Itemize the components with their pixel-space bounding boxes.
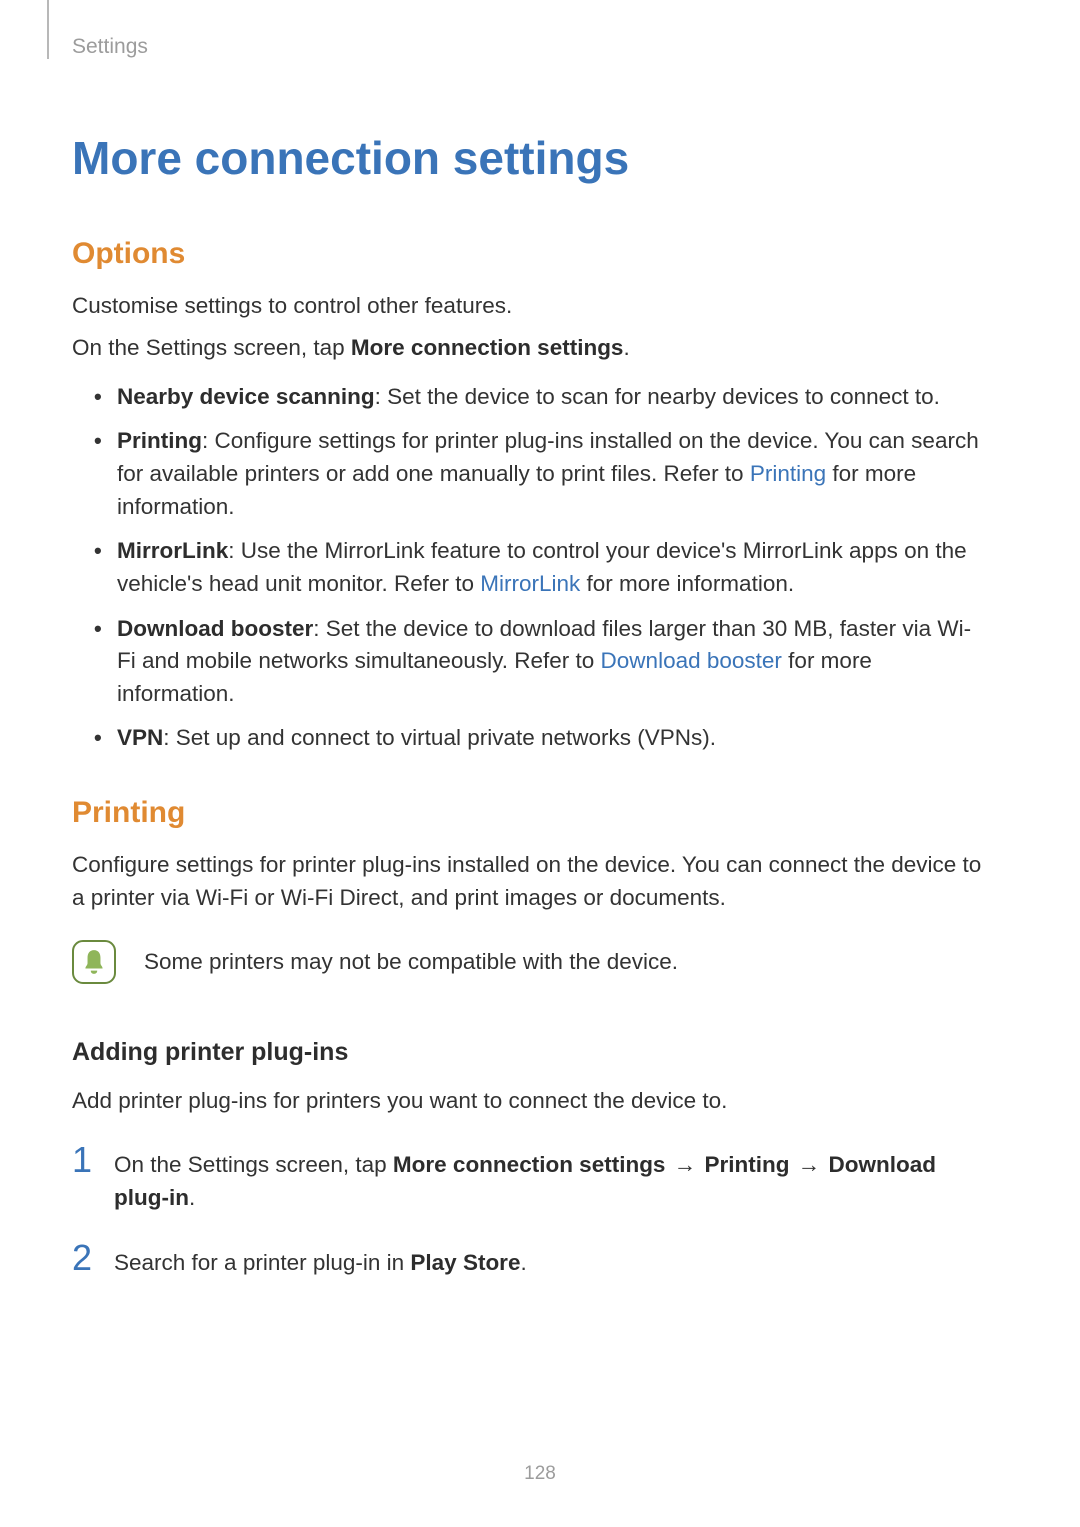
link-mirrorlink[interactable]: MirrorLink — [480, 571, 580, 596]
step-1-c: . — [189, 1185, 195, 1210]
item-text: : Set the device to scan for nearby devi… — [375, 384, 940, 409]
header-rule — [47, 0, 49, 59]
arrow-icon: → — [665, 1152, 704, 1177]
step-1-a: On the Settings screen, tap — [114, 1152, 393, 1177]
page-number: 128 — [0, 1463, 1080, 1485]
options-list: Nearby device scanning: Set the device t… — [72, 381, 982, 755]
item-label: VPN — [117, 725, 163, 750]
step-text: On the Settings screen, tap More connect… — [114, 1149, 982, 1214]
link-download-booster[interactable]: Download booster — [601, 648, 782, 673]
note: Some printers may not be compatible with… — [72, 940, 982, 984]
section-options-heading: Options — [72, 236, 982, 272]
item-label: MirrorLink — [117, 538, 228, 563]
steps: 1 On the Settings screen, tap More conne… — [72, 1142, 982, 1280]
list-item: VPN: Set up and connect to virtual priva… — [72, 722, 982, 755]
item-text: : Set up and connect to virtual private … — [163, 725, 716, 750]
item-label: Download booster — [117, 616, 313, 641]
item-text-b: for more information. — [580, 571, 794, 596]
step-2-c: . — [520, 1250, 526, 1275]
step-number: 2 — [72, 1240, 94, 1276]
options-intro-2: On the Settings screen, tap More connect… — [72, 332, 982, 365]
list-item: Download booster: Set the device to down… — [72, 613, 982, 711]
list-item: Printing: Configure settings for printer… — [72, 425, 982, 523]
step-number: 1 — [72, 1142, 94, 1178]
page: Settings More connection settings Option… — [0, 0, 1080, 1527]
arrow-icon: → — [789, 1152, 828, 1177]
step-1: 1 On the Settings screen, tap More conne… — [72, 1142, 982, 1214]
step-2-a: Search for a printer plug-in in — [114, 1250, 410, 1275]
item-label: Nearby device scanning — [117, 384, 375, 409]
sub-heading-adding-plugins: Adding printer plug-ins — [72, 1038, 982, 1067]
list-item: MirrorLink: Use the MirrorLink feature t… — [72, 535, 982, 600]
link-printing[interactable]: Printing — [750, 461, 826, 486]
step-1-b2: Printing — [704, 1152, 789, 1177]
sub-intro: Add printer plug-ins for printers you wa… — [72, 1085, 982, 1118]
step-1-b1: More connection settings — [393, 1152, 666, 1177]
step-2: 2 Search for a printer plug-in in Play S… — [72, 1240, 982, 1280]
options-intro-2a: On the Settings screen, tap — [72, 335, 351, 360]
step-text: Search for a printer plug-in in Play Sto… — [114, 1247, 527, 1280]
bell-icon — [72, 940, 116, 984]
options-intro-2c: . — [623, 335, 629, 360]
options-intro-1: Customise settings to control other feat… — [72, 290, 982, 323]
note-text: Some printers may not be compatible with… — [144, 946, 678, 979]
item-label: Printing — [117, 428, 202, 453]
breadcrumb: Settings — [72, 35, 982, 59]
section-printing-heading: Printing — [72, 795, 982, 831]
step-2-b1: Play Store — [410, 1250, 520, 1275]
options-intro-2b: More connection settings — [351, 335, 624, 360]
printing-intro: Configure settings for printer plug-ins … — [72, 849, 982, 914]
list-item: Nearby device scanning: Set the device t… — [72, 381, 982, 414]
page-title: More connection settings — [72, 133, 982, 184]
